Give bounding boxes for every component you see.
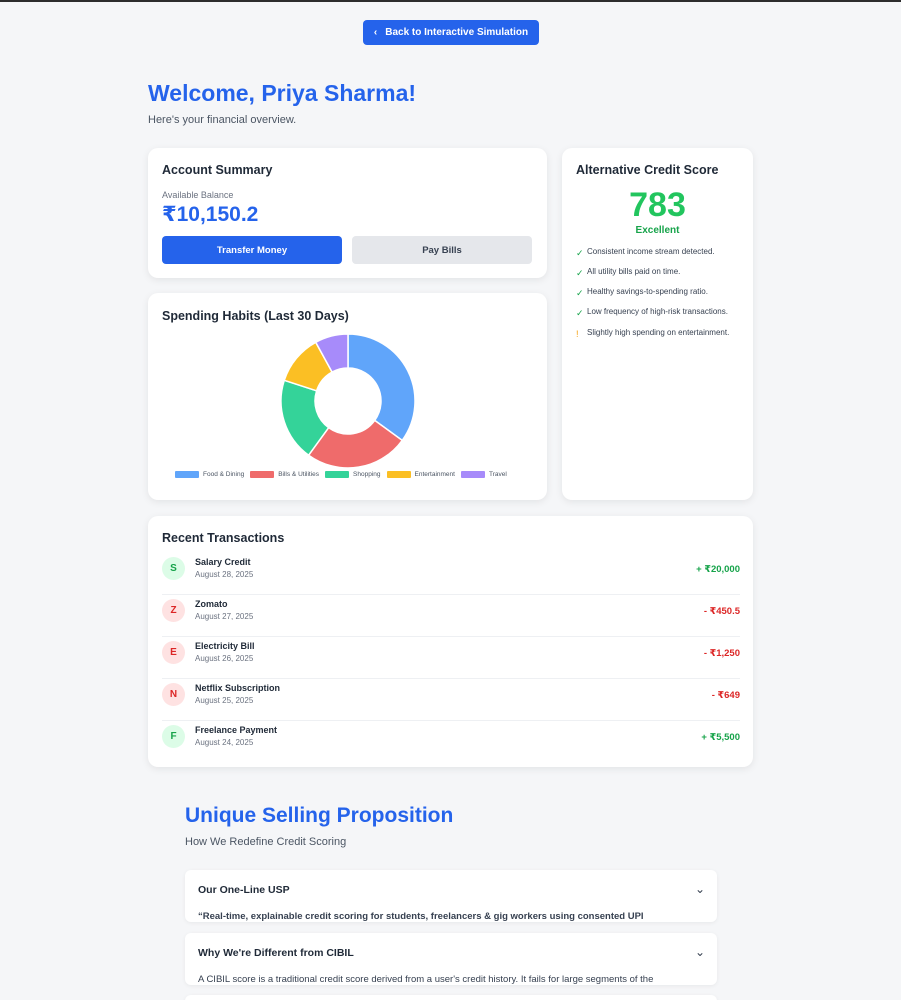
transaction-name: Salary Credit (195, 557, 251, 567)
chevron-left-icon: ‹ (373, 27, 378, 38)
accordion-cibil[interactable]: Why We're Different from CIBIL ⌄ A CIBIL… (185, 933, 717, 985)
pay-bills-button[interactable]: Pay Bills (352, 236, 532, 264)
credit-score-title: Alternative Credit Score (576, 163, 719, 177)
check-icon: ✓ (576, 248, 584, 258)
credit-factor-text: All utility bills paid on time. (587, 267, 681, 277)
transaction-avatar: F (162, 725, 185, 748)
legend-swatch (325, 471, 350, 478)
welcome-title: Welcome, Priya Sharma! (148, 80, 417, 106)
transaction-name: Zomato (195, 599, 228, 609)
accordion-body: A CIBIL score is a traditional credit sc… (198, 974, 654, 985)
accordion-usp[interactable]: Our One-Line USP ⌄ “Real-time, explainab… (185, 870, 717, 922)
transaction-amount: - ₹1,250 (703, 648, 740, 659)
credit-score-rating: Excellent (635, 225, 680, 236)
transaction-row[interactable]: F Freelance Payment August 24, 2025 + ₹5… (162, 721, 740, 763)
accordion-heading: Our One-Line USP (198, 884, 290, 896)
chevron-down-icon[interactable]: ⌄ (695, 882, 705, 896)
spending-habits-card: Spending Habits (Last 30 Days) Food & Di… (148, 293, 547, 500)
credit-factors-list: ✓ Consistent income stream detected. ✓ A… (576, 247, 744, 348)
legend-item[interactable]: Bills & Utilities (250, 471, 319, 478)
account-summary-title: Account Summary (162, 163, 273, 177)
transfer-money-button[interactable]: Transfer Money (162, 236, 342, 264)
transaction-name: Netflix Subscription (195, 683, 281, 693)
credit-score-card: Alternative Credit Score 783 Excellent ✓… (562, 148, 753, 500)
transaction-amount: - ₹450.5 (703, 606, 740, 617)
transaction-amount: + ₹5,500 (701, 732, 740, 743)
usp-subtitle: How We Redefine Credit Scoring (185, 836, 347, 848)
welcome-subtitle: Here's your financial overview. (148, 114, 297, 126)
legend-label: Shopping (353, 471, 381, 478)
account-summary-card: Account Summary Available Balance ₹10,15… (148, 148, 547, 278)
legend-item[interactable]: Food & Dining (175, 471, 244, 478)
transaction-row[interactable]: S Salary Credit August 28, 2025 + ₹20,00… (162, 553, 740, 595)
chevron-down-icon[interactable]: ⌄ (695, 945, 705, 959)
credit-factor-text: Low frequency of high-risk transactions. (587, 307, 728, 317)
balance-label: Available Balance (162, 190, 234, 200)
back-to-simulation-button[interactable]: ‹ Back to Interactive Simulation (363, 20, 539, 45)
credit-factor: ✓ Healthy savings-to-spending ratio. (576, 287, 744, 299)
legend-item[interactable]: Entertainment (386, 471, 455, 478)
transaction-name: Electricity Bill (195, 641, 255, 651)
legend-label: Entertainment (414, 471, 455, 478)
usp-title: Unique Selling Proposition (185, 804, 454, 827)
transaction-avatar: Z (162, 599, 185, 622)
accordion-heading: Why We're Different from CIBIL (198, 947, 354, 959)
credit-factor: ! Slightly high spending on entertainmen… (576, 328, 744, 340)
legend-label: Bills & Utilities (278, 471, 320, 478)
transaction-name: Freelance Payment (195, 725, 278, 735)
recent-transactions-card: Recent Transactions S Salary Credit Augu… (148, 516, 753, 767)
credit-factor: ✓ Low frequency of high-risk transaction… (576, 307, 744, 319)
transaction-date: August 25, 2025 (195, 696, 254, 705)
check-icon: ✓ (576, 268, 584, 279)
back-button-label: Back to Interactive Simulation (385, 27, 529, 38)
legend-label: Travel (488, 471, 507, 478)
transaction-row[interactable]: Z Zomato August 27, 2025 - ₹450.5 (162, 595, 740, 637)
transaction-avatar: N (162, 683, 185, 706)
accordion-next[interactable] (185, 995, 717, 1000)
credit-factor-text: Healthy savings-to-spending ratio. (587, 287, 708, 297)
transactions-title: Recent Transactions (162, 531, 285, 545)
legend-item[interactable]: Travel (460, 471, 507, 478)
legend-swatch (175, 471, 199, 478)
warning-icon: ! (576, 328, 579, 339)
transactions-list: S Salary Credit August 28, 2025 + ₹20,00… (162, 553, 740, 763)
check-icon: ✓ (576, 308, 584, 319)
credit-factor-text: Consistent income stream detected. (587, 247, 715, 256)
transaction-date: August 26, 2025 (195, 654, 254, 663)
credit-factor: ✓ Consistent income stream detected. (576, 247, 744, 259)
legend-swatch (460, 471, 485, 478)
legend-swatch (250, 471, 275, 478)
credit-score-value: 783 (629, 186, 686, 224)
check-icon: ✓ (576, 288, 584, 299)
legend-swatch (386, 471, 411, 478)
balance-value: ₹10,150.2 (162, 203, 259, 226)
credit-factor-text: Slightly high spending on entertainment. (587, 327, 730, 337)
transaction-date: August 24, 2025 (195, 738, 254, 747)
transaction-date: August 27, 2025 (195, 612, 254, 621)
transaction-avatar: E (162, 641, 185, 664)
transaction-avatar: S (162, 557, 185, 580)
transaction-row[interactable]: N Netflix Subscription August 25, 2025 -… (162, 679, 740, 721)
credit-factor: ✓ All utility bills paid on time. (576, 267, 744, 279)
transaction-amount: - ₹649 (711, 690, 740, 701)
transaction-row[interactable]: E Electricity Bill August 26, 2025 - ₹1,… (162, 637, 740, 679)
accordion-body: “Real-time, explainable credit scoring f… (198, 911, 644, 922)
legend-label: Food & Dining (203, 471, 245, 478)
transaction-date: August 28, 2025 (195, 570, 254, 579)
transaction-amount: + ₹20,000 (696, 564, 740, 575)
spending-donut-chart (280, 333, 416, 469)
spending-title: Spending Habits (Last 30 Days) (162, 309, 349, 323)
chart-legend: Food & Dining Bills & Utilities Shopping En… (175, 471, 507, 478)
legend-item[interactable]: Shopping (325, 471, 381, 478)
